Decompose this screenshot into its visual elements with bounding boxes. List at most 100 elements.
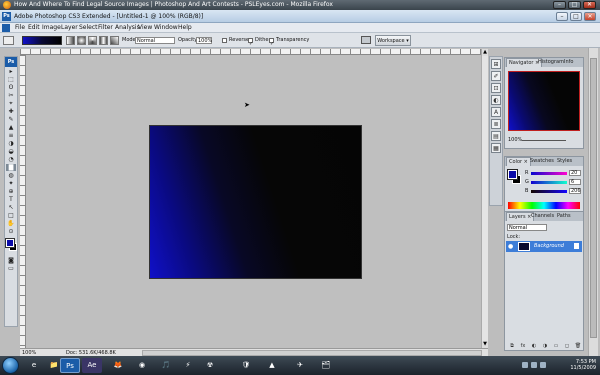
menu-view[interactable]: View [138, 23, 152, 33]
layer-style-icon[interactable]: fx [519, 343, 527, 350]
tab-swatches[interactable]: Swatches [528, 157, 556, 166]
linear-gradient-icon[interactable] [66, 36, 75, 45]
color-spectrum-ramp[interactable] [508, 202, 580, 209]
screen-mode-icon[interactable]: ▭ [6, 265, 16, 272]
menu-analysis[interactable]: Analysis [115, 23, 140, 33]
shape-tool-icon[interactable]: ⊕ [6, 188, 16, 195]
crop-tool-icon[interactable]: ✂ [6, 92, 16, 99]
sponge-tool-icon[interactable]: ◍ [6, 172, 16, 179]
navigator-zoom-slider[interactable] [522, 140, 566, 141]
browser-maximize-button[interactable]: □ [568, 1, 581, 9]
brush-tool-icon[interactable]: ✎ [6, 116, 16, 123]
tab-info[interactable]: Info [562, 58, 575, 67]
taskbar-shield-icon[interactable]: 🛡 [236, 358, 256, 373]
gradient-picker[interactable] [22, 36, 62, 45]
menu-select[interactable]: Select [79, 23, 98, 33]
canvas-image[interactable] [150, 126, 361, 278]
layer-visibility-eye-icon[interactable]: ● [508, 244, 513, 250]
dock-paragraph-icon[interactable]: ≣ [491, 119, 501, 129]
ps-minimize-button[interactable]: – [556, 12, 568, 21]
clock[interactable]: 7:53 PM 11/5/2009 [570, 359, 596, 371]
taskbar-arrow-icon[interactable]: ▲ [262, 358, 282, 373]
start-button[interactable] [2, 357, 19, 374]
new-group-icon[interactable]: ▭ [552, 343, 560, 350]
taskbar-airplane-icon[interactable]: ✈ [290, 358, 310, 373]
ps-system-menu-icon[interactable] [2, 24, 10, 32]
ps-maximize-button[interactable]: □ [570, 12, 582, 21]
path-select-tool-icon[interactable]: ↖ [6, 204, 16, 211]
blur-tool-icon[interactable]: ◒ [6, 148, 16, 155]
healing-tool-icon[interactable]: ✚ [6, 108, 16, 115]
adjustment-layer-icon[interactable]: ◑ [541, 343, 549, 350]
tab-paths[interactable]: Paths [555, 212, 573, 221]
transparency-checkbox[interactable] [269, 37, 274, 52]
delete-layer-icon[interactable]: 🗑 [574, 343, 582, 350]
tab-channels[interactable]: Channels [529, 212, 556, 221]
mode-select[interactable]: Normal [135, 37, 175, 44]
browser-scroll-thumb[interactable] [590, 58, 597, 338]
taskbar-ie-icon[interactable]: e [24, 358, 44, 373]
quick-mask-icon[interactable]: ◙ [6, 257, 16, 264]
dodge-tool-icon[interactable]: ◔ [6, 156, 16, 163]
rectangle-tool-icon[interactable]: □ [6, 212, 16, 219]
dock-actions-icon[interactable]: ▦ [491, 143, 501, 153]
ps-close-button[interactable]: ✕ [584, 12, 596, 21]
angle-gradient-icon[interactable] [88, 36, 97, 45]
menu-filter[interactable]: Filter [98, 23, 113, 33]
dock-navigator-icon[interactable]: ⊞ [491, 59, 501, 69]
stamp-tool-icon[interactable]: ▲ [6, 124, 16, 131]
b-slider[interactable] [531, 190, 567, 193]
taskbar-media-icon[interactable]: 🎵 [156, 358, 176, 373]
hand-tool-icon[interactable]: ✋ [6, 220, 16, 227]
scroll-up-icon[interactable]: ▲ [482, 49, 488, 56]
menu-window[interactable]: Window [154, 23, 178, 33]
taskbar-firefox-icon[interactable]: 🦊 [108, 358, 128, 373]
taskbar-winamp-icon[interactable]: ⚡ [178, 358, 198, 373]
navigator-preview[interactable] [508, 71, 580, 131]
marquee-tool-icon[interactable]: ⬚ [6, 76, 16, 83]
opacity-field[interactable]: 100% [196, 37, 212, 44]
g-slider[interactable] [531, 181, 567, 184]
type-tool-icon[interactable]: T [6, 196, 16, 203]
reflected-gradient-icon[interactable] [99, 36, 108, 45]
tray-network-icon[interactable] [522, 362, 528, 368]
r-slider[interactable] [531, 172, 567, 175]
eraser-tool-icon[interactable]: ◑ [6, 140, 16, 147]
b-value[interactable]: 206 [569, 188, 581, 194]
workspace-button[interactable]: Workspace ▾ [375, 35, 411, 46]
dock-history-icon[interactable]: ▤ [491, 131, 501, 141]
link-layers-icon[interactable]: ⧉ [508, 343, 516, 350]
tray-power-icon[interactable] [540, 362, 546, 368]
new-layer-icon[interactable]: ◻ [563, 343, 571, 350]
taskbar-aftereffects-icon[interactable]: Ae [82, 358, 102, 373]
tool-preset-picker[interactable] [3, 36, 14, 45]
radial-gradient-icon[interactable] [77, 36, 86, 45]
lasso-tool-icon[interactable]: ʘ [6, 84, 16, 91]
r-value[interactable]: 20 [569, 170, 581, 176]
dock-brush-icon[interactable]: ✐ [491, 71, 501, 81]
menu-image[interactable]: Image [42, 23, 61, 33]
g-value[interactable]: 6 [569, 179, 581, 185]
document-vertical-scrollbar[interactable]: ▲ ▼ [481, 49, 488, 348]
tray-volume-icon[interactable] [531, 362, 537, 368]
browser-close-button[interactable]: ✕ [583, 1, 596, 9]
layer-blend-mode-select[interactable]: Normal [507, 224, 547, 231]
history-brush-tool-icon[interactable]: ≡ [6, 132, 16, 139]
reverse-checkbox[interactable] [222, 38, 227, 43]
layer-row-background[interactable]: ● Background [506, 241, 582, 252]
pen-tool-icon[interactable]: ✦ [6, 180, 16, 187]
menu-edit[interactable]: Edit [28, 23, 40, 33]
dock-character-icon[interactable]: A [491, 107, 501, 117]
palette-well-icon[interactable] [361, 36, 371, 44]
menu-file[interactable]: File [15, 23, 25, 33]
browser-minimize-button[interactable]: – [553, 1, 566, 9]
diamond-gradient-icon[interactable] [110, 36, 119, 45]
dock-clone-icon[interactable]: ⊡ [491, 83, 501, 93]
taskbar-folder-icon[interactable]: 🗂 [316, 358, 336, 373]
taskbar-app-icon[interactable]: ◉ [132, 358, 152, 373]
move-tool-icon[interactable]: ▸ [6, 68, 16, 75]
tab-styles[interactable]: Styles [555, 157, 574, 166]
taskbar-photoshop-icon[interactable]: Ps [60, 358, 80, 373]
dock-adjust-icon[interactable]: ◐ [491, 95, 501, 105]
dither-checkbox[interactable] [248, 37, 253, 52]
